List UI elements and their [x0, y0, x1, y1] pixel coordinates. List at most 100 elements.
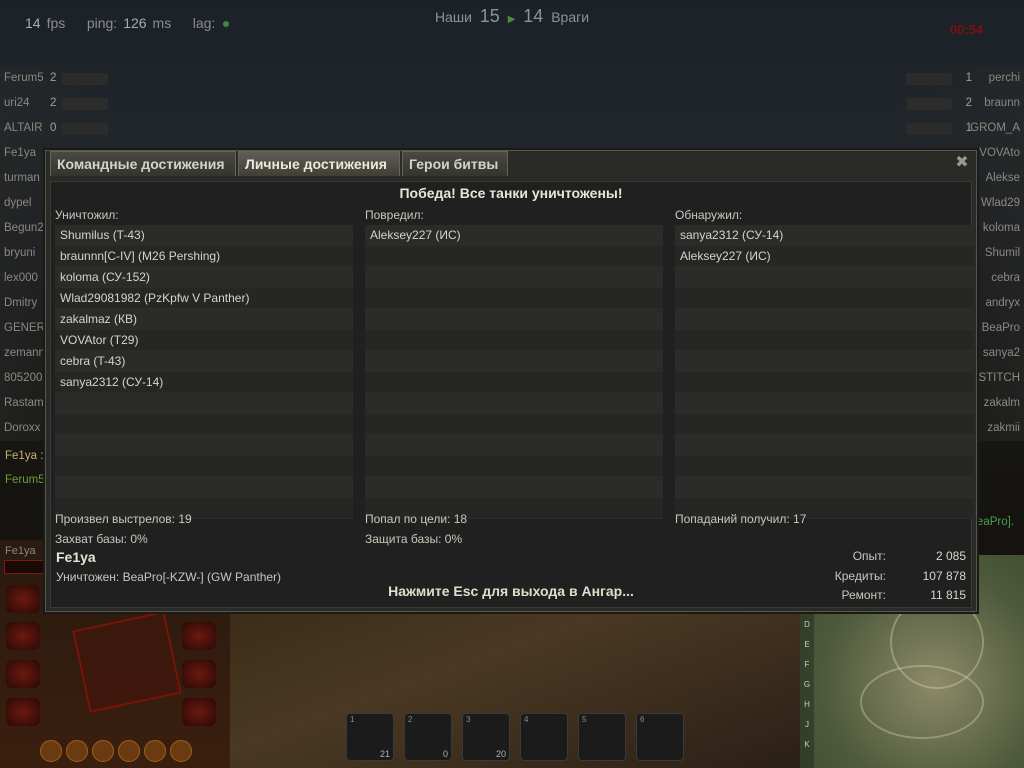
- player-name: zakmii: [987, 422, 1020, 434]
- loader-icon: [170, 740, 192, 762]
- enemy-player-row: perchi 1: [889, 66, 1024, 91]
- allies-score: 15: [479, 6, 500, 26]
- consumable-slot[interactable]: 1 21: [346, 713, 394, 761]
- tank-silhouette-icon: [906, 73, 952, 85]
- battlefield-view: [230, 600, 800, 768]
- consumable-slot[interactable]: 6: [636, 713, 684, 761]
- list-item: [365, 414, 663, 435]
- close-icon[interactable]: ✖: [954, 155, 970, 171]
- self-health-bar: [4, 560, 50, 574]
- list-item: [365, 477, 663, 498]
- slot-index: 3: [466, 715, 471, 724]
- player-name: Begun2: [4, 222, 44, 234]
- player-name: koloma: [982, 222, 1020, 234]
- engine-icon: [6, 585, 40, 613]
- minimap-letter: J: [805, 720, 809, 729]
- list-item: [675, 456, 973, 477]
- list-item: cebra (T-43): [55, 351, 353, 372]
- player-name: Fe1ya: [4, 147, 36, 159]
- repair-value: 11 815: [930, 588, 966, 602]
- result-headline: Победа! Все танки уничтожены!: [399, 185, 623, 201]
- consumable-slot[interactable]: 4: [520, 713, 568, 761]
- damaged-list: Aleksey227 (ИС): [365, 225, 663, 519]
- list-item: Aleksey227 (ИС): [365, 225, 663, 246]
- player-name: perchi: [988, 72, 1020, 84]
- list-item: Shumilus (T-43): [55, 225, 353, 246]
- minimap-letter: K: [804, 740, 810, 749]
- tank-silhouette-icon: [62, 73, 108, 85]
- gunner-icon: [92, 740, 114, 762]
- enemy-player-row: braunn 2: [889, 91, 1024, 116]
- player-name: BeaPro: [981, 322, 1020, 334]
- list-item: [55, 435, 353, 456]
- score-arrow-icon: ▶: [507, 14, 516, 25]
- list-item: [675, 351, 973, 372]
- list-item: [55, 393, 353, 414]
- list-item: [55, 456, 353, 477]
- minimap-road: [860, 665, 984, 739]
- credits-value: 107 878: [922, 569, 966, 583]
- base-defense: Защита базы: 0%: [365, 532, 463, 546]
- slot-index: 2: [408, 715, 413, 724]
- allied-player-row: ALTAIR 0: [0, 116, 115, 141]
- minimap-letter: F: [804, 660, 810, 669]
- consumable-slot[interactable]: 20: [404, 713, 452, 761]
- gun-icon: [6, 660, 40, 688]
- consumable-slot[interactable]: 5: [578, 713, 626, 761]
- minimap-letter: G: [803, 680, 811, 689]
- minimap-letter: H: [804, 700, 810, 709]
- list-item: [675, 267, 973, 288]
- list-item: [365, 267, 663, 288]
- list-item: [365, 330, 663, 351]
- tank-silhouette-icon: [906, 98, 952, 110]
- tab-personal-achievements[interactable]: Личные достижения: [238, 151, 400, 176]
- repair-label: Ремонт:: [841, 588, 886, 602]
- player-name: STITCH: [978, 372, 1020, 384]
- player-name: zakalm: [983, 397, 1020, 409]
- player-name: sanya2: [982, 347, 1020, 359]
- list-item: [365, 351, 663, 372]
- player-name: VOVAto: [979, 147, 1020, 159]
- list-item: [675, 477, 973, 498]
- list-item: [675, 288, 973, 309]
- tab-battle-heroes[interactable]: Герои битвы: [402, 151, 508, 176]
- driver-icon: [66, 740, 88, 762]
- enemies-label: Враги: [551, 9, 590, 25]
- player-name: Ferum5: [4, 72, 44, 84]
- consumable-slot[interactable]: 3 20: [462, 713, 510, 761]
- credits-label: Кредиты:: [834, 569, 886, 583]
- slot-index: 4: [524, 715, 529, 724]
- commander-icon: [40, 740, 62, 762]
- list-item: [675, 330, 973, 351]
- allied-player-row: uri24 2: [0, 91, 115, 116]
- results-content: Победа! Все танки уничтожены! Уничтожил:…: [50, 181, 973, 608]
- list-item: [675, 414, 973, 435]
- list-item: [365, 393, 663, 414]
- list-item: [365, 372, 663, 393]
- xp-value: 2 085: [935, 549, 966, 563]
- fuel-tank-icon: [182, 622, 216, 650]
- player-name: Shumil: [984, 247, 1020, 259]
- player-name: 805200: [4, 372, 43, 384]
- list-item: [365, 309, 663, 330]
- list-item: [675, 372, 973, 393]
- tank-silhouette-icon: [62, 123, 108, 135]
- xp-label: Опыт:: [852, 549, 886, 563]
- slot-index: 5: [582, 715, 587, 724]
- list-item: VOVAtor (T29): [55, 330, 353, 351]
- list-item: [365, 456, 663, 477]
- tank-silhouette-icon: [906, 123, 952, 135]
- battle-results-window: Командные достижения Личные достижения Г…: [45, 150, 977, 612]
- radioman-icon: [118, 740, 140, 762]
- team-score: Наши 15 ▶ 14 Враги: [0, 6, 1024, 27]
- chat-line-right: eaPro].: [976, 516, 1014, 528]
- destroyed-label: Уничтожил:: [55, 208, 119, 222]
- player-frags: 1: [965, 72, 972, 84]
- minimap-letter: E: [804, 640, 810, 649]
- slot-count: 20: [495, 749, 506, 759]
- slot-index: 1: [350, 715, 355, 724]
- player-name: Fe1ya: [56, 549, 96, 565]
- player-frags: 1: [965, 122, 972, 134]
- list-item: [675, 309, 973, 330]
- tab-team-achievements[interactable]: Командные достижения: [50, 151, 236, 176]
